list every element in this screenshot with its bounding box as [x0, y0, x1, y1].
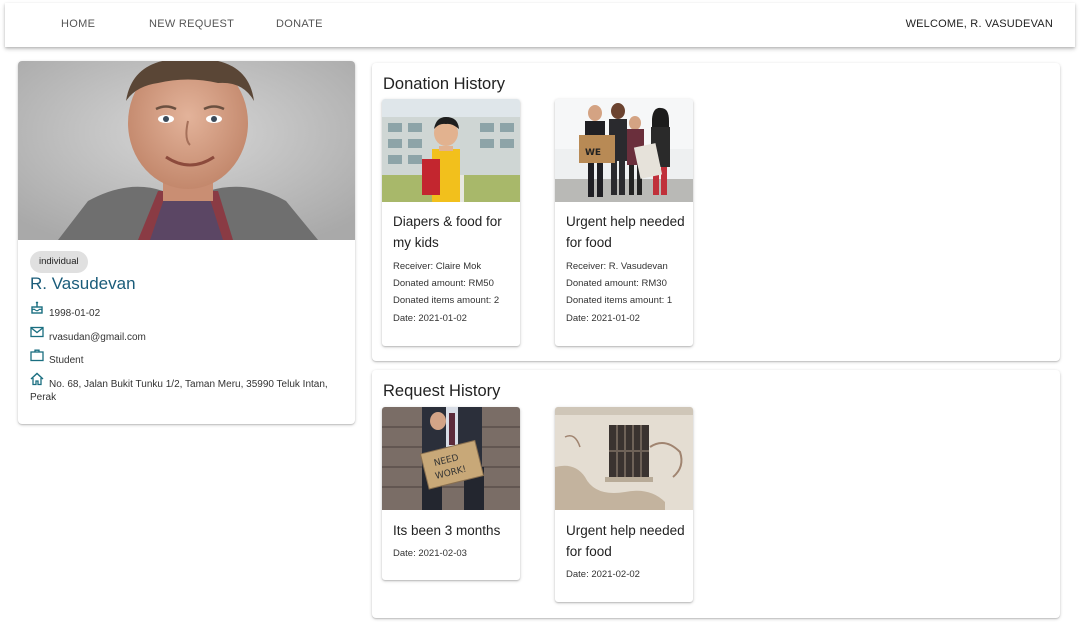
- donation-card-receiver: Receiver: R. Vasudevan: [566, 261, 668, 272]
- address-line-1: No. 68, Jalan Bukit Tunku 1/2, Taman Mer…: [49, 379, 328, 390]
- donation-history-section: Donation History Diapers & food for my k…: [372, 63, 1060, 361]
- email-row: rvasudan@gmail.com: [30, 325, 146, 344]
- request-card-title: Urgent help needed for food: [566, 523, 685, 559]
- donation-card[interactable]: Diapers & food for my kids Receiver: Cla…: [382, 99, 520, 346]
- request-card-date: Date: 2021-02-03: [393, 548, 467, 559]
- occupation-row: Student: [30, 348, 83, 367]
- email-text: rvasudan@gmail.com: [49, 332, 146, 343]
- donation-card-image: [382, 99, 520, 202]
- birthdate-row: 1998-01-02: [30, 301, 100, 320]
- donation-card-receiver: Receiver: Claire Mok: [393, 261, 482, 272]
- address-row: No. 68, Jalan Bukit Tunku 1/2, Taman Mer…: [30, 372, 339, 404]
- home-icon: [30, 372, 44, 386]
- request-card-image: [555, 407, 693, 510]
- request-history-title: Request History: [383, 382, 501, 400]
- briefcase-icon: [30, 349, 44, 362]
- request-card-title: Its been 3 months: [393, 523, 501, 538]
- occupation-text: Student: [49, 355, 84, 366]
- svg-text:WE: WE: [585, 148, 601, 158]
- profile-photo: [18, 61, 355, 240]
- donation-card-date: Date: 2021-01-02: [393, 313, 467, 324]
- donation-card-amount: Donated amount: RM50: [393, 278, 494, 289]
- top-navbar: HOME NEW REQUEST DONATE WELCOME, R. VASU…: [5, 3, 1075, 47]
- request-card-image: NEED WORK!: [382, 407, 520, 510]
- birthdate-text: 1998-01-02: [49, 308, 101, 319]
- donation-card-title: Urgent help needed for food: [566, 214, 685, 250]
- request-history-section: Request History NEED WORK! Its been 3 mo…: [372, 370, 1060, 618]
- donation-history-title: Donation History: [383, 75, 505, 93]
- donation-card-image: WE: [555, 99, 693, 202]
- donation-card[interactable]: WE Urgent help needed for food Receiver:…: [555, 99, 693, 346]
- welcome-user-text[interactable]: WELCOME, R. VASUDEVAN: [906, 18, 1053, 30]
- donation-card-items: Donated items amount: 1: [566, 295, 673, 306]
- nav-home-link[interactable]: HOME: [61, 18, 95, 30]
- donation-card-amount: Donated amount: RM30: [566, 278, 667, 289]
- nav-donate-link[interactable]: DONATE: [276, 18, 323, 30]
- cake-icon: [31, 301, 43, 314]
- request-card[interactable]: NEED WORK! Its been 3 months Date: 2021-…: [382, 407, 520, 580]
- account-type-chip: individual: [30, 251, 88, 273]
- request-card-date: Date: 2021-02-02: [566, 569, 640, 580]
- donation-card-date: Date: 2021-01-02: [566, 313, 640, 324]
- request-card[interactable]: Urgent help needed for food Date: 2021-0…: [555, 407, 693, 602]
- donation-card-items: Donated items amount: 2: [393, 295, 500, 306]
- profile-card: individual R. Vasudevan 1998-01-02 rvasu…: [18, 61, 355, 424]
- email-icon: [30, 326, 44, 338]
- profile-name: R. Vasudevan: [30, 274, 136, 293]
- address-text: No. 68, Jalan Bukit Tunku 1/2, Taman Mer…: [30, 372, 339, 404]
- address-line-2: Perak: [30, 392, 57, 403]
- donation-card-title: Diapers & food for my kids: [393, 214, 502, 250]
- nav-new-request-link[interactable]: NEW REQUEST: [149, 18, 234, 30]
